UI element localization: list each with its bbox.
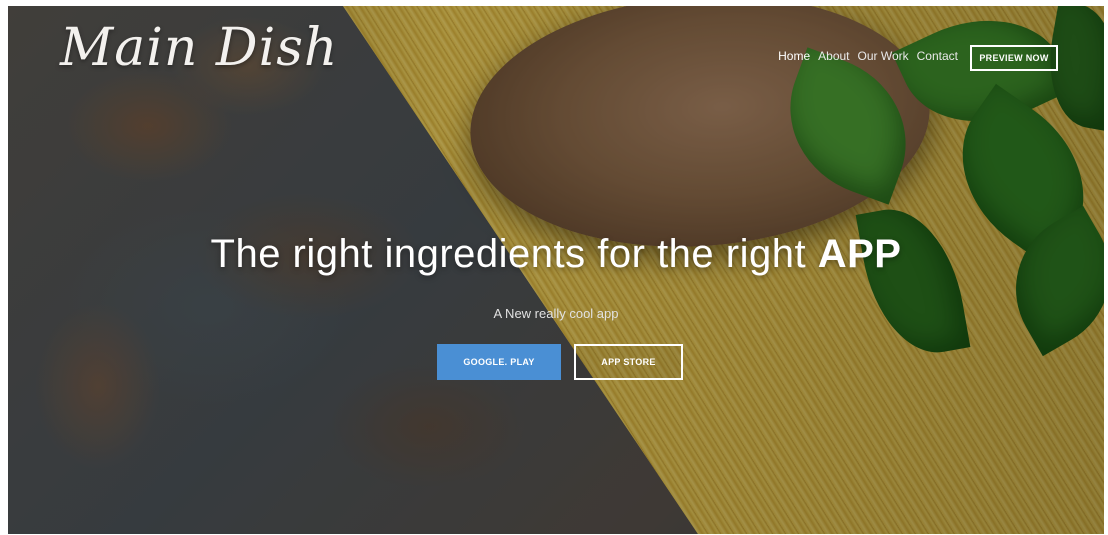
hero-title-emphasis: APP [817, 232, 902, 276]
nav-item-about[interactable]: About [814, 49, 853, 63]
app-store-button[interactable]: APP STORE [574, 344, 683, 380]
hero-section: Main Dish Home About Our Work Contact PR… [8, 6, 1104, 534]
nav-item-contact[interactable]: Contact [913, 49, 962, 63]
google-play-button[interactable]: GOOGLE. PLAY [437, 344, 561, 380]
nav-item-our-work[interactable]: Our Work [854, 49, 913, 63]
hero-title: The right ingredients for the right APP [8, 232, 1104, 277]
main-nav: Home About Our Work Contact [774, 49, 962, 63]
nav-item-home[interactable]: Home [774, 49, 814, 63]
preview-now-button[interactable]: PREVIEW NOW [970, 45, 1058, 71]
site-logo[interactable]: Main Dish [60, 18, 338, 78]
hero-subtitle: A New really cool app [493, 306, 619, 321]
hero-title-text: The right ingredients for the right [210, 232, 818, 276]
